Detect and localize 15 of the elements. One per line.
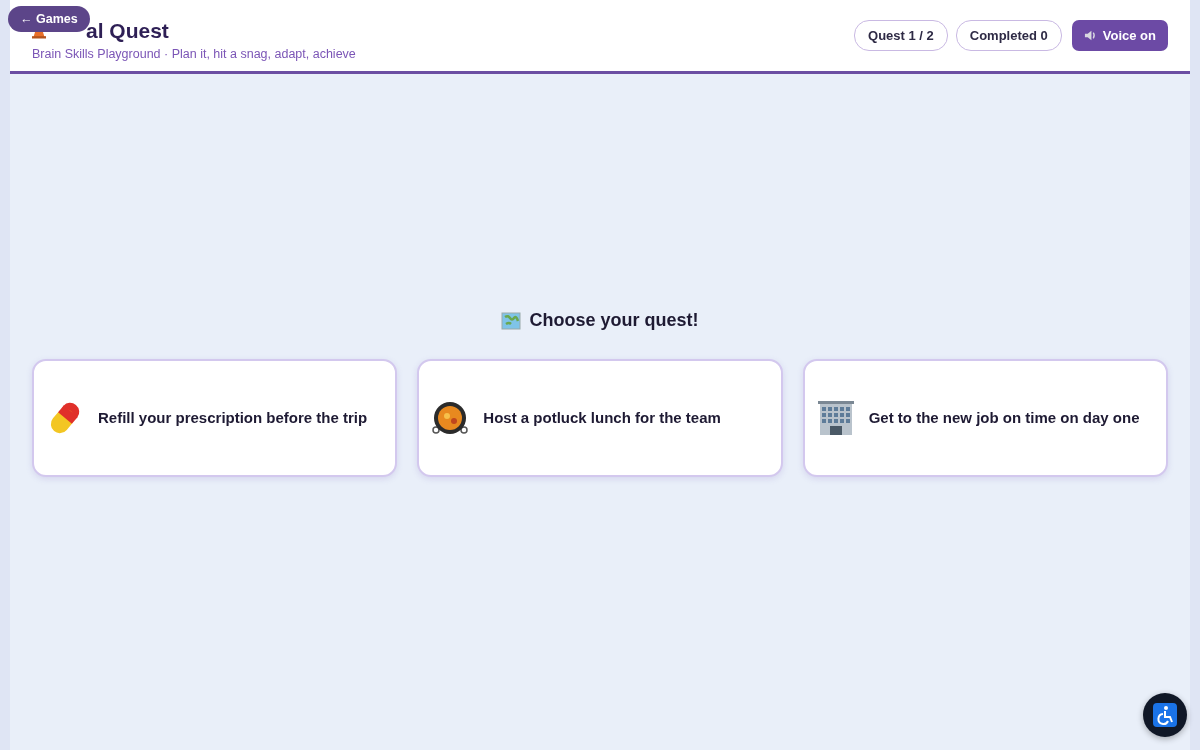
pan-icon	[431, 399, 470, 437]
map-icon	[501, 311, 522, 330]
quest-card[interactable]: Get to the new job on time on day one	[802, 359, 1168, 477]
speaker-icon	[1083, 29, 1097, 42]
status-pill: Quest 1 / 2	[854, 20, 948, 51]
wheelchair-icon	[1153, 703, 1177, 727]
prompt-heading: Choose your quest!	[529, 310, 699, 331]
traffic-cone-icon	[32, 29, 46, 40]
status-pill: Completed 0	[955, 20, 1062, 51]
building-icon	[816, 399, 855, 437]
quest-card[interactable]: Refill your prescription before the trip	[32, 359, 398, 477]
voice-button[interactable]: Voice on	[1071, 20, 1168, 51]
quest-card[interactable]: Host a potluck lunch for the team	[417, 359, 783, 477]
app-subtitle: Brain Skills Playground · Plan it, hit a snag, adapt, achieve	[32, 46, 356, 61]
accessibility-button[interactable]	[1143, 693, 1187, 737]
